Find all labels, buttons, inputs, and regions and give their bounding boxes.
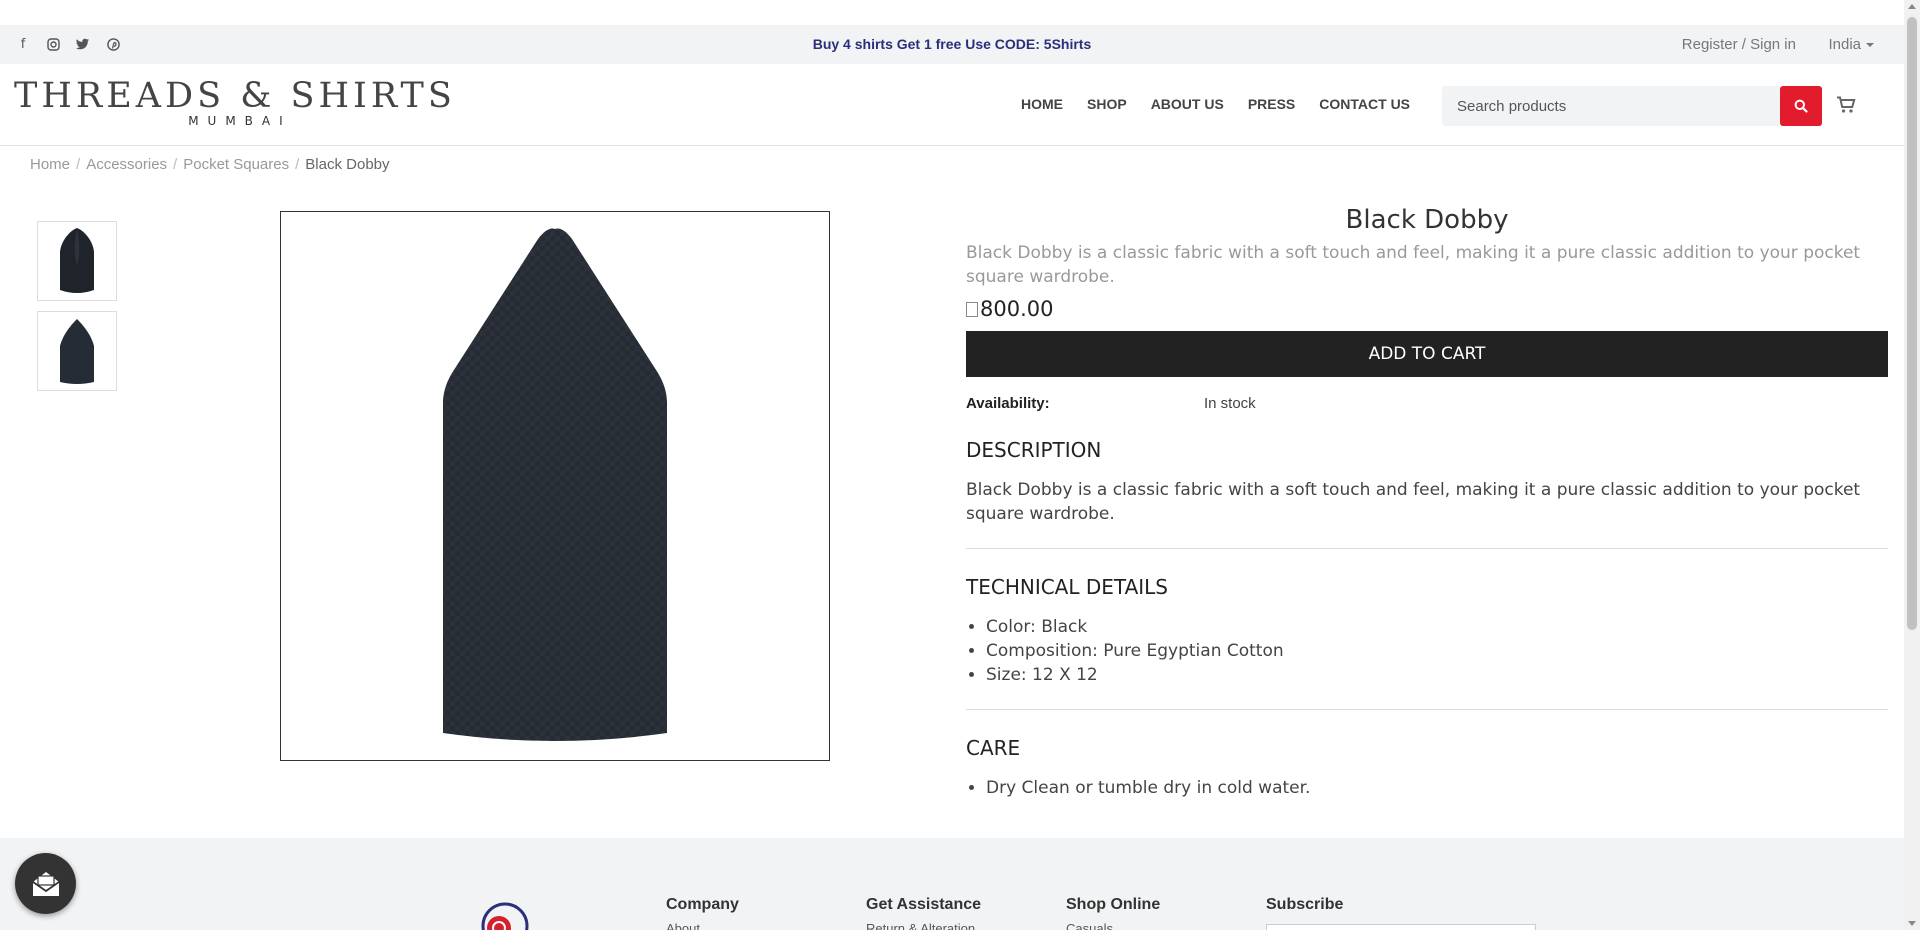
top-bar: f Buy 4 shirts Get 1 free Use CODE: 5Shi… bbox=[0, 25, 1904, 64]
footer-link-casuals[interactable]: Casuals bbox=[1066, 921, 1113, 930]
page-scrollbar[interactable] bbox=[1904, 0, 1920, 930]
add-to-cart-button[interactable]: ADD TO CART bbox=[966, 331, 1888, 377]
availability-row: Availability: In stock bbox=[966, 395, 1888, 412]
product-thumbnail-1[interactable] bbox=[37, 221, 117, 301]
scrollbar-thumb[interactable] bbox=[1907, 17, 1917, 630]
breadcrumb-separator: / bbox=[173, 156, 178, 173]
scroll-down-arrow[interactable] bbox=[1908, 921, 1916, 926]
product-main-image[interactable] bbox=[280, 211, 830, 761]
care-section: CARE Dry Clean or tumble dry in cold wat… bbox=[966, 710, 1888, 822]
search-icon bbox=[1794, 99, 1808, 113]
breadcrumb-current: Black Dobby bbox=[305, 156, 390, 173]
register-signin-link[interactable]: Register / Sign in bbox=[1682, 36, 1796, 53]
product-title: Black Dobby bbox=[1345, 205, 1509, 235]
list-item: Composition: Pure Egyptian Cotton bbox=[986, 639, 1888, 663]
scroll-up-arrow[interactable] bbox=[1908, 4, 1916, 9]
product-price: 800.00 bbox=[966, 297, 1888, 321]
footer-heading-company: Company bbox=[666, 896, 739, 913]
chat-button[interactable] bbox=[15, 853, 76, 914]
logo-sub-text: MUMBAI bbox=[188, 114, 292, 128]
availability-label: Availability: bbox=[966, 395, 1050, 412]
nav-shop[interactable]: SHOP bbox=[1087, 96, 1127, 112]
nav-about-us[interactable]: ABOUT US bbox=[1151, 96, 1224, 112]
promo-banner: Buy 4 shirts Get 1 free Use CODE: 5Shirt… bbox=[812, 36, 1092, 52]
list-item: Size: 12 X 12 bbox=[986, 663, 1888, 687]
description-text: Black Dobby is a classic fabric with a s… bbox=[966, 480, 1861, 524]
logo-main-text: THREADS & SHIRTS bbox=[14, 76, 456, 116]
search-box bbox=[1442, 86, 1781, 126]
country-selector[interactable]: India bbox=[1828, 36, 1874, 53]
footer-heading-subscribe: Subscribe bbox=[1266, 896, 1344, 913]
care-list: Dry Clean or tumble dry in cold water. bbox=[966, 776, 1888, 800]
footer-link-return-alteration[interactable]: Return & Alteration bbox=[866, 921, 975, 930]
description-section: DESCRIPTION Black Dobby is a classic fab… bbox=[966, 412, 1888, 549]
availability-value: In stock bbox=[1204, 395, 1256, 412]
footer-logo bbox=[475, 896, 529, 930]
breadcrumb-separator: / bbox=[76, 156, 81, 173]
care-heading: CARE bbox=[966, 736, 1021, 760]
site-footer: Company Get Assistance Shop Online Subsc… bbox=[0, 838, 1904, 930]
cart-icon bbox=[1837, 96, 1856, 113]
subscribe-email-input[interactable] bbox=[1266, 924, 1536, 930]
mail-icon bbox=[31, 871, 60, 896]
cart-button[interactable] bbox=[1836, 96, 1856, 118]
breadcrumb-home[interactable]: Home bbox=[30, 156, 70, 173]
footer-heading-shop-online: Shop Online bbox=[1066, 896, 1161, 913]
technical-details-list: Color: Black Composition: Pure Egyptian … bbox=[966, 615, 1888, 687]
list-item: Color: Black bbox=[986, 615, 1888, 639]
search-button[interactable] bbox=[1780, 86, 1822, 126]
site-header: THREADS & SHIRTS MUMBAI HOME SHOP ABOUT … bbox=[0, 64, 1904, 146]
breadcrumb-pocket-squares[interactable]: Pocket Squares bbox=[183, 156, 289, 173]
footer-heading-get-assistance: Get Assistance bbox=[866, 896, 982, 913]
technical-details-heading: TECHNICAL DETAILS bbox=[966, 575, 1168, 599]
list-item: Dry Clean or tumble dry in cold water. bbox=[986, 776, 1888, 800]
nav-contact-us[interactable]: CONTACT US bbox=[1319, 96, 1410, 112]
description-heading: DESCRIPTION bbox=[966, 438, 1102, 462]
nav-press[interactable]: PRESS bbox=[1248, 96, 1295, 112]
technical-details-section: TECHNICAL DETAILS Color: Black Compositi… bbox=[966, 549, 1888, 710]
main-nav: HOME SHOP ABOUT US PRESS CONTACT US bbox=[1021, 96, 1410, 112]
search-input[interactable] bbox=[1442, 86, 1772, 126]
nav-home[interactable]: HOME bbox=[1021, 96, 1063, 112]
footer-link-about[interactable]: About bbox=[666, 921, 700, 930]
breadcrumb: Home / Accessories / Pocket Squares / Black Do… bbox=[30, 156, 390, 173]
product-short-description: Black Dobby is a classic fabric with a s… bbox=[966, 243, 1861, 287]
breadcrumb-accessories[interactable]: Accessories bbox=[86, 156, 167, 173]
breadcrumb-separator: / bbox=[295, 156, 300, 173]
price-value: 800.00 bbox=[980, 297, 1054, 321]
product-thumbnail-2[interactable] bbox=[37, 311, 117, 391]
site-logo[interactable]: THREADS & SHIRTS MUMBAI bbox=[14, 76, 456, 128]
currency-icon bbox=[966, 302, 978, 317]
product-info: Black Dobby Black Dobby is a classic fab… bbox=[966, 205, 1888, 822]
